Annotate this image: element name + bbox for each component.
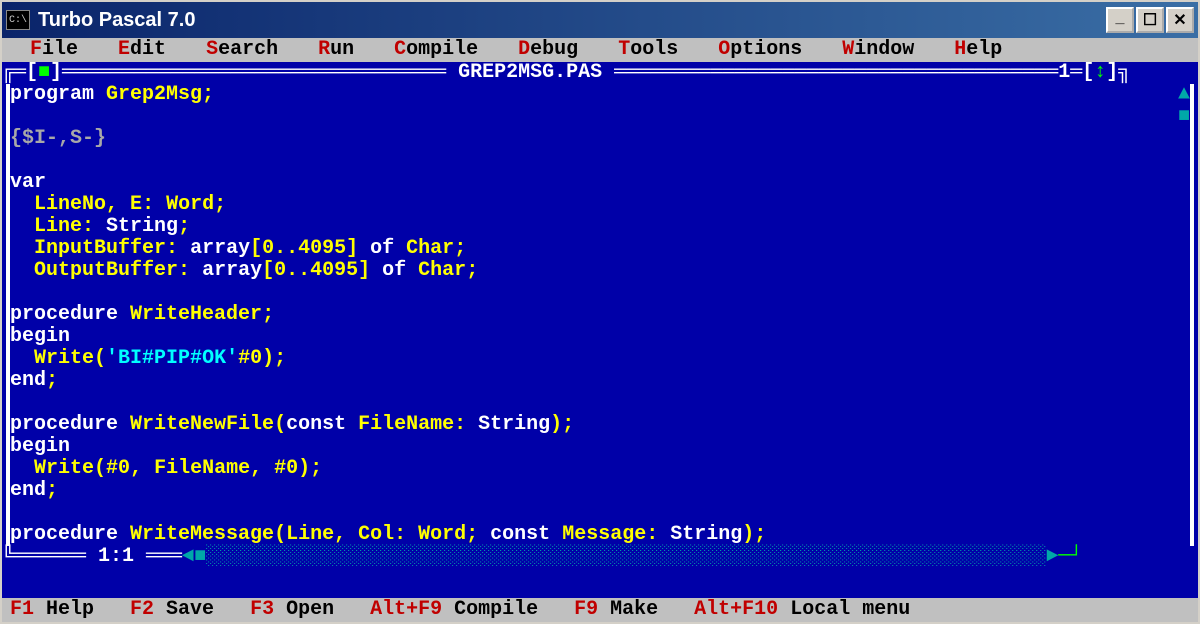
- menu-compile[interactable]: Compile: [374, 39, 498, 61]
- resize-corner-icon[interactable]: ─┘: [1058, 546, 1082, 568]
- titlebar[interactable]: C:\ Turbo Pascal 7.0 _ ☐ ✕: [2, 2, 1198, 38]
- code-line[interactable]: end;: [6, 480, 1194, 502]
- status-label: Local menu: [778, 599, 946, 621]
- status-label: Make: [598, 599, 694, 621]
- menu-search[interactable]: Search: [186, 39, 298, 61]
- status-label: Compile: [442, 599, 574, 621]
- menu-options[interactable]: Options: [698, 39, 822, 61]
- code-line[interactable]: end;: [6, 370, 1194, 392]
- vscroll-thumb[interactable]: ■: [1178, 106, 1190, 128]
- status-key[interactable]: Alt+F10: [694, 599, 778, 621]
- status-key[interactable]: Alt+F9: [370, 599, 442, 621]
- code-line[interactable]: {$I-,S-}: [6, 128, 1194, 150]
- hscroll-thumb[interactable]: ■: [194, 546, 206, 568]
- cursor-position: 1:1: [98, 546, 134, 568]
- window-title: Turbo Pascal 7.0: [38, 9, 1106, 32]
- menu-tools[interactable]: Tools: [598, 39, 698, 61]
- code-line[interactable]: var: [6, 172, 1194, 194]
- code-line[interactable]: LineNo, E: Word;: [6, 194, 1194, 216]
- menu-window[interactable]: Window: [822, 39, 934, 61]
- status-key[interactable]: F9: [574, 599, 598, 621]
- application-window: C:\ Turbo Pascal 7.0 _ ☐ ✕ File Edit Sea…: [0, 0, 1200, 624]
- code-line[interactable]: InputBuffer: array[0..4095] of Char;: [6, 238, 1194, 260]
- code-line[interactable]: program Grep2Msg;: [6, 84, 1194, 106]
- editor-frame-bottom: ╚══════ 1:1 ═══◄■░░░░░░░░░░░░░░░░░░░░░░░…: [2, 546, 1198, 568]
- hscroll-left-icon[interactable]: ◄: [182, 546, 194, 568]
- menu-file[interactable]: File: [10, 39, 98, 61]
- code-line[interactable]: [6, 392, 1194, 414]
- code-line[interactable]: Write('BI#PIP#OK'#0);: [6, 348, 1194, 370]
- status-label: Help: [34, 599, 130, 621]
- code-line[interactable]: Line: String;: [6, 216, 1194, 238]
- editor-frame-top: ╔═[■]════════════════════════════════ GR…: [2, 62, 1198, 84]
- editor-window-number: 1: [1058, 62, 1070, 84]
- code-line[interactable]: begin: [6, 436, 1194, 458]
- code-line[interactable]: begin: [6, 326, 1194, 348]
- vscroll-up-icon[interactable]: ▲: [1178, 84, 1190, 106]
- code-line[interactable]: [6, 106, 1194, 128]
- status-key[interactable]: F3: [250, 599, 274, 621]
- code-line[interactable]: procedure WriteHeader;: [6, 304, 1194, 326]
- status-label: Save: [154, 599, 250, 621]
- menu-run[interactable]: Run: [298, 39, 374, 61]
- editor-close-icon[interactable]: ■: [38, 62, 50, 84]
- status-key[interactable]: F2: [130, 599, 154, 621]
- code-line[interactable]: procedure WriteMessage(Line, Col: Word; …: [6, 524, 1194, 546]
- ide-area: File Edit Search Run Compile Debug Tools…: [2, 38, 1198, 622]
- statusbar: F1 Help F2 Save F3 Open Alt+F9 Compile F…: [2, 598, 1198, 622]
- code-line[interactable]: OutputBuffer: array[0..4095] of Char;: [6, 260, 1194, 282]
- hscroll-right-icon[interactable]: ►: [1046, 546, 1058, 568]
- hscroll-track[interactable]: ░░░░░░░░░░░░░░░░░░░░░░░░░░░░░░░░░░░░░░░░…: [206, 546, 1046, 568]
- menubar: File Edit Search Run Compile Debug Tools…: [2, 38, 1198, 62]
- titlebar-icon: C:\: [6, 10, 30, 30]
- code-line[interactable]: procedure WriteNewFile(const FileName: S…: [6, 414, 1194, 436]
- editor-area[interactable]: ╔═[■]════════════════════════════════ GR…: [2, 62, 1198, 598]
- code-content[interactable]: program Grep2Msg; {$I-,S-} var LineNo, E…: [2, 84, 1198, 546]
- minimize-button[interactable]: _: [1106, 7, 1134, 33]
- maximize-button[interactable]: ☐: [1136, 7, 1164, 33]
- code-line[interactable]: Write(#0, FileName, #0);: [6, 458, 1194, 480]
- close-button[interactable]: ✕: [1166, 7, 1194, 33]
- code-line[interactable]: [6, 150, 1194, 172]
- editor-filename: GREP2MSG.PAS: [458, 62, 602, 84]
- menu-debug[interactable]: Debug: [498, 39, 598, 61]
- code-line[interactable]: [6, 502, 1194, 524]
- menu-edit[interactable]: Edit: [98, 39, 186, 61]
- code-line[interactable]: [6, 282, 1194, 304]
- status-key[interactable]: F1: [10, 599, 34, 621]
- titlebar-buttons: _ ☐ ✕: [1106, 7, 1194, 33]
- menu-help[interactable]: Help: [934, 39, 1022, 61]
- editor-zoom-icon[interactable]: ↕: [1094, 62, 1106, 84]
- status-label: Open: [274, 599, 370, 621]
